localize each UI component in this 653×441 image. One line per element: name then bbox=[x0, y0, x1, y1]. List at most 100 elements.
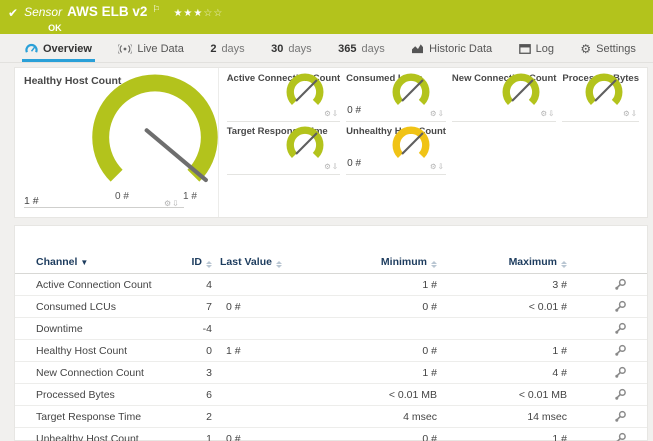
table-row[interactable]: Downtime -4 bbox=[15, 318, 647, 340]
tab-label: days bbox=[221, 42, 245, 55]
edit-channel-icon[interactable] bbox=[614, 366, 627, 379]
channel-name: Unhealthy Host Count bbox=[36, 432, 139, 441]
tab-overview[interactable]: Overview bbox=[22, 38, 95, 62]
gauge-tile[interactable]: Unhealthy Host Count 0 # ⚙⇩ bbox=[346, 122, 446, 175]
overview-content: Healthy Host Count 1 # 0 # 1 # ⚙⇩ Active… bbox=[14, 67, 648, 441]
gauge-tile[interactable]: Target Response Time ⚙⇩ bbox=[226, 122, 341, 175]
edit-channel-icon[interactable] bbox=[614, 278, 627, 291]
gear-icon[interactable]: ⚙ bbox=[540, 109, 548, 118]
tab-settings[interactable]: ⚙ Settings bbox=[577, 38, 639, 62]
gauge-tile[interactable]: Active Connection Count ⚙⇩ bbox=[226, 69, 341, 122]
channel-table-panel: Channel ▼ ID Last Value Minimum Maximum A… bbox=[14, 225, 648, 441]
gear-icon[interactable]: ⚙ bbox=[324, 109, 332, 118]
area-chart-icon bbox=[411, 43, 424, 54]
tab-365-days[interactable]: 365 days bbox=[335, 38, 388, 62]
channel-id: 1 bbox=[206, 432, 212, 441]
tab-label: Live Data bbox=[137, 42, 184, 55]
tab-label: Overview bbox=[43, 42, 92, 55]
small-gauge-grid: Active Connection Count ⚙⇩ Consumed LCUs… bbox=[219, 68, 647, 217]
table-row[interactable]: Consumed LCUs 7 0 # 0 # < 0.01 # bbox=[15, 296, 647, 318]
channel-maximum: 1 # bbox=[552, 344, 567, 357]
gauge-max-label: 1 # bbox=[183, 191, 197, 202]
tab-bar: Overview Live Data 2 days 30 days 365 da… bbox=[0, 38, 653, 63]
table-row[interactable]: Unhealthy Host Count 1 0 # 0 # 1 # bbox=[15, 428, 647, 441]
edit-channel-icon[interactable] bbox=[614, 322, 627, 335]
gauge-needle bbox=[401, 132, 424, 155]
gear-icon: ⚙ bbox=[580, 41, 592, 56]
channel-minimum: 1 # bbox=[422, 366, 437, 379]
channel-name: New Connection Count bbox=[36, 366, 144, 379]
column-header-minimum[interactable]: Minimum bbox=[302, 256, 437, 268]
tab-label: Settings bbox=[596, 42, 636, 55]
gauge-icon bbox=[25, 43, 38, 54]
pin-icon[interactable]: ⇩ bbox=[332, 109, 339, 118]
gauge-tile[interactable]: Processed Bytes ⚙⇩ bbox=[562, 69, 639, 122]
edit-channel-icon[interactable] bbox=[614, 388, 627, 401]
main-gauge-needle bbox=[144, 128, 208, 183]
priority-flag-icon[interactable]: ⚐ bbox=[152, 2, 160, 16]
channel-id: 4 bbox=[206, 278, 212, 291]
column-header-channel[interactable]: Channel ▼ bbox=[36, 256, 184, 268]
channel-maximum: 1 # bbox=[552, 432, 567, 441]
gear-icon[interactable]: ⚙ bbox=[324, 162, 332, 171]
status-badge: OK bbox=[48, 23, 62, 33]
tab-historic-data[interactable]: Historic Data bbox=[408, 38, 495, 62]
broadcast-icon bbox=[118, 43, 133, 54]
table-row[interactable]: New Connection Count 3 1 # 4 # bbox=[15, 362, 647, 384]
gauge-tile[interactable]: Consumed LCUs 0 # ⚙⇩ bbox=[346, 69, 446, 122]
channel-name: Processed Bytes bbox=[36, 388, 115, 401]
tab-label: Log bbox=[535, 42, 554, 55]
table-row[interactable]: Active Connection Count 4 1 # 3 # bbox=[15, 274, 647, 296]
pin-icon[interactable]: ⇩ bbox=[332, 162, 339, 171]
channel-id: 3 bbox=[206, 366, 212, 379]
channel-name: Downtime bbox=[36, 322, 83, 335]
pin-icon[interactable]: ⇩ bbox=[438, 162, 445, 171]
channel-minimum: < 0.01 MB bbox=[388, 388, 437, 401]
channel-id: 2 bbox=[206, 410, 212, 423]
pin-icon[interactable]: ⇩ bbox=[548, 109, 555, 118]
tab-2-days[interactable]: 2 days bbox=[207, 38, 247, 62]
mini-gauge bbox=[286, 126, 324, 159]
channel-name: Target Response Time bbox=[36, 410, 142, 423]
column-header-maximum[interactable]: Maximum bbox=[437, 256, 567, 268]
pin-icon[interactable]: ⇩ bbox=[438, 109, 445, 118]
gear-icon[interactable]: ⚙ bbox=[430, 162, 438, 171]
primary-gauge-tile[interactable]: Healthy Host Count 1 # 0 # 1 # ⚙⇩ bbox=[15, 68, 219, 217]
column-header-id[interactable]: ID bbox=[184, 256, 212, 268]
column-header-last-value[interactable]: Last Value bbox=[212, 256, 302, 268]
object-kind-label: Sensor bbox=[24, 5, 63, 19]
sensor-title: AWS ELB v2 bbox=[67, 4, 148, 19]
channel-id: 6 bbox=[206, 388, 212, 401]
tab-log[interactable]: Log bbox=[516, 38, 557, 62]
channel-name: Consumed LCUs bbox=[36, 300, 116, 313]
table-row[interactable]: Healthy Host Count 0 1 # 0 # 1 # bbox=[15, 340, 647, 362]
edit-channel-icon[interactable] bbox=[614, 432, 627, 441]
edit-channel-icon[interactable] bbox=[614, 410, 627, 423]
gear-icon[interactable]: ⚙ bbox=[623, 109, 631, 118]
sort-icon bbox=[275, 261, 282, 268]
gauges-panel: Healthy Host Count 1 # 0 # 1 # ⚙⇩ Active… bbox=[14, 67, 648, 218]
gauge-tile[interactable]: New Connection Count ⚙⇩ bbox=[451, 69, 557, 122]
sort-icon bbox=[561, 261, 567, 268]
edit-channel-icon[interactable] bbox=[614, 300, 627, 313]
edit-channel-icon[interactable] bbox=[614, 344, 627, 357]
channel-last-value: 0 # bbox=[226, 300, 241, 313]
tab-live-data[interactable]: Live Data bbox=[115, 38, 186, 62]
sensor-header: ✔ Sensor AWS ELB v2 ⚐ ★★★☆☆ OK bbox=[0, 0, 653, 34]
ok-check-icon: ✔ bbox=[8, 6, 19, 20]
mini-gauge bbox=[585, 73, 623, 106]
table-row[interactable]: Processed Bytes 6 < 0.01 MB < 0.01 MB bbox=[15, 384, 647, 406]
channel-maximum: 4 # bbox=[552, 366, 567, 379]
gauge-needle bbox=[594, 79, 617, 102]
tab-30-days[interactable]: 30 days bbox=[268, 38, 315, 62]
gear-icon[interactable]: ⚙ bbox=[430, 109, 438, 118]
table-row[interactable]: Target Response Time 2 4 msec 14 msec bbox=[15, 406, 647, 428]
channel-maximum: < 0.01 # bbox=[528, 300, 567, 313]
priority-stars[interactable]: ★★★☆☆ bbox=[173, 7, 223, 21]
pin-icon[interactable]: ⇩ bbox=[631, 109, 638, 118]
gauge-baseline bbox=[24, 207, 184, 208]
channel-minimum: 4 msec bbox=[403, 410, 437, 423]
sort-caret-icon: ▼ bbox=[80, 258, 89, 267]
channel-minimum: 0 # bbox=[422, 344, 437, 357]
channel-name: Active Connection Count bbox=[36, 278, 152, 291]
